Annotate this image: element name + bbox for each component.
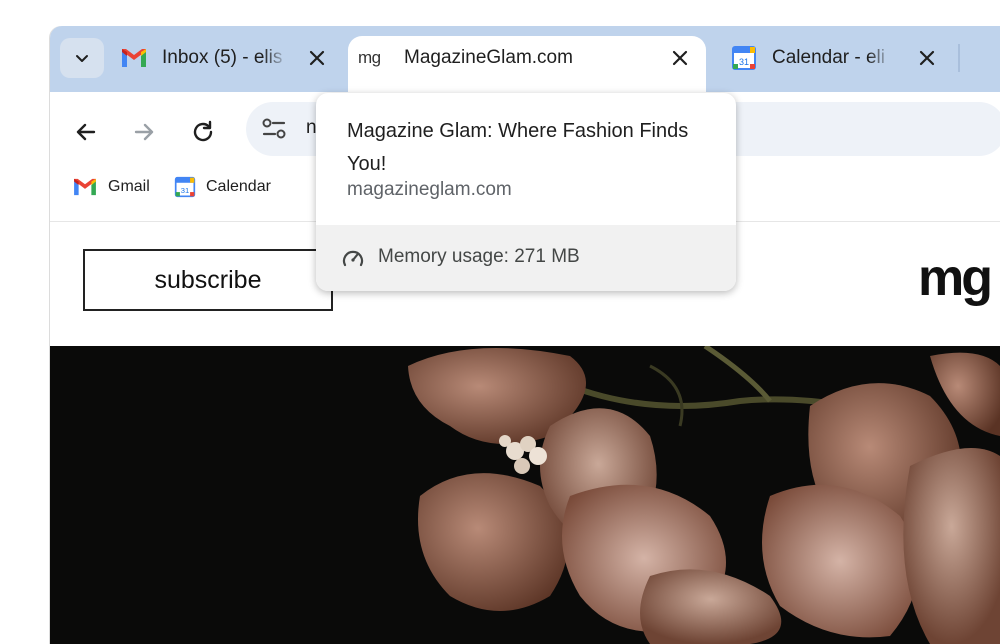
arrow-right-icon	[134, 123, 154, 141]
hover-card-title: Magazine Glam: Where Fashion Finds You!	[347, 120, 689, 175]
subscribe-button[interactable]: subscribe	[83, 249, 333, 311]
flower-photo	[50, 346, 1000, 644]
bookmark-label: Gmail	[108, 178, 150, 195]
close-tab-button[interactable]	[302, 43, 332, 73]
close-tab-button[interactable]	[912, 43, 942, 73]
calendar-icon: 31	[730, 46, 758, 70]
tab-hover-card: Magazine Glam: Where Fashion Finds You! …	[316, 93, 736, 291]
gmail-icon	[74, 178, 96, 196]
tab-strip: Inbox (5) - elis 31 Calendar - eli mg Ma…	[50, 26, 1000, 94]
bookmark-calendar[interactable]: 31 Calendar	[174, 174, 271, 200]
tab-title: MagazineGlam.com	[404, 47, 573, 68]
tab-title: Calendar - eli	[772, 47, 885, 68]
bookmark-label: Calendar	[206, 178, 271, 195]
gmail-icon	[120, 46, 148, 70]
memory-usage-text: Memory usage: 271 MB	[378, 246, 580, 267]
hero-image	[50, 346, 1000, 644]
reload-icon	[193, 120, 213, 142]
tab-search-button[interactable]	[60, 38, 104, 78]
bookmark-gmail[interactable]: Gmail	[72, 174, 150, 200]
site-settings-icon[interactable]	[260, 116, 288, 142]
reload-button[interactable]	[183, 112, 223, 152]
close-tab-button[interactable]	[665, 43, 695, 73]
arrow-left-icon	[76, 123, 96, 141]
close-icon	[309, 50, 325, 66]
tab-inbox[interactable]: Inbox (5) - elis	[120, 38, 340, 78]
calendar-icon-text: 31	[181, 186, 189, 195]
forward-button[interactable]	[124, 112, 164, 152]
hover-card-domain: magazineglam.com	[347, 179, 512, 200]
calendar-icon-text: 31	[739, 57, 749, 67]
gauge-icon	[341, 247, 365, 269]
tab-title: Inbox (5) - elis	[162, 47, 283, 68]
tab-separator	[958, 44, 960, 72]
site-logo[interactable]: mg	[918, 250, 993, 306]
close-icon	[672, 50, 688, 66]
tab-calendar[interactable]: 31 Calendar - eli	[730, 38, 960, 78]
mg-icon: mg	[358, 48, 381, 67]
calendar-icon: 31	[174, 176, 196, 198]
hover-card-footer: Memory usage: 271 MB	[316, 225, 736, 291]
close-icon	[919, 50, 935, 66]
back-button[interactable]	[66, 112, 106, 152]
tab-magazineglam[interactable]: mg MagazineGlam.com	[348, 36, 706, 94]
chevron-down-icon	[76, 55, 88, 62]
